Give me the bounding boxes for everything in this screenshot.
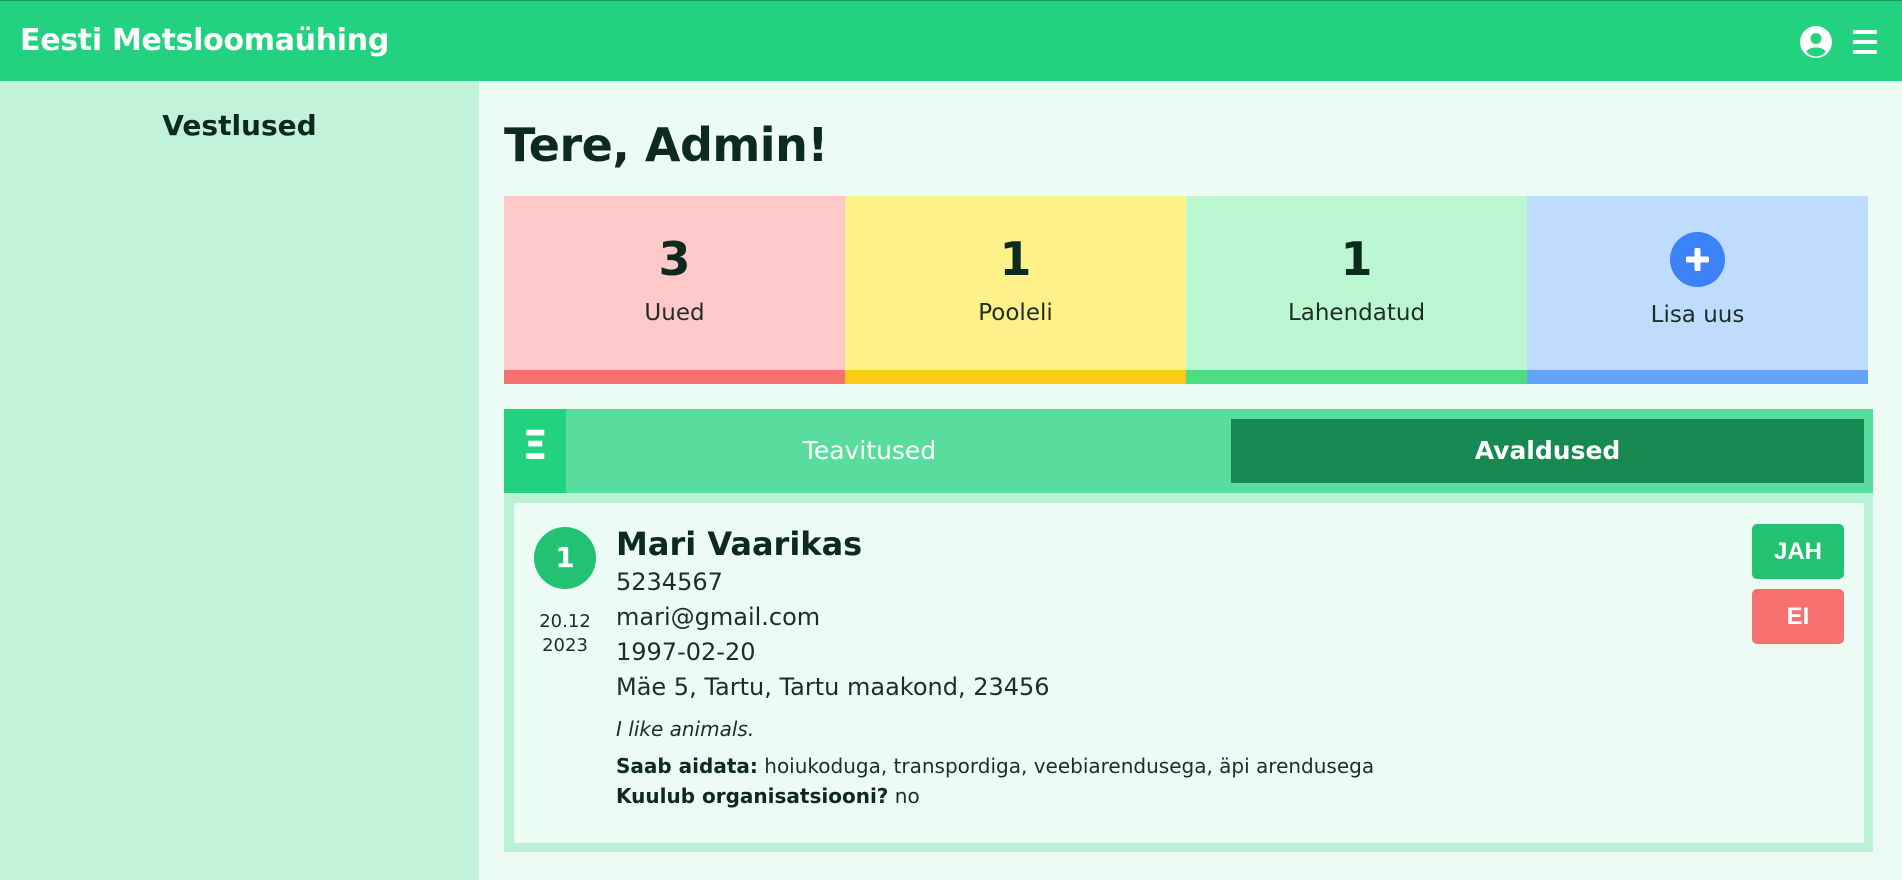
application-number-badge: 1 xyxy=(534,527,596,589)
applicant-help-row: Saab aidata: hoiukoduga, transpordiga, v… xyxy=(616,751,1374,781)
stat-label: Pooleli xyxy=(978,300,1053,326)
tab-bar-handle[interactable]: Ξ xyxy=(504,409,566,493)
application-date-day: 20.12 xyxy=(539,611,591,632)
application-card: 1 20.12 2023 Mari Vaarikas 5234567 mari@… xyxy=(514,503,1864,843)
stat-label: Lahendatud xyxy=(1287,300,1426,326)
plus-icon[interactable] xyxy=(1670,232,1725,287)
stat-card-in-progress[interactable]: 1 Pooleli xyxy=(845,196,1186,384)
tab-applications[interactable]: Avaldused xyxy=(1231,419,1864,483)
sidebar-title: Vestlused xyxy=(162,109,317,142)
stat-count: 1 xyxy=(999,232,1032,286)
reject-button[interactable]: EI xyxy=(1752,589,1844,644)
stat-accent-bar xyxy=(1186,370,1527,384)
applicant-motivation: I like animals. xyxy=(616,717,755,741)
org-value: no xyxy=(888,784,920,808)
hamburger-menu-icon[interactable] xyxy=(1851,29,1879,55)
stat-label: Lisa uus xyxy=(1650,302,1745,328)
tab-notifications[interactable]: Teavitused xyxy=(566,419,1173,483)
applicant-address: Mäe 5, Tartu, Tartu maakond, 23456 xyxy=(616,673,1050,701)
applicant-phone: 5234567 xyxy=(616,568,723,596)
help-label: Saab aidata: xyxy=(616,754,758,778)
applications-panel: 1 20.12 2023 Mari Vaarikas 5234567 mari@… xyxy=(504,493,1873,852)
stat-card-solved[interactable]: 1 Lahendatud xyxy=(1186,196,1527,384)
stat-count: 1 xyxy=(1340,232,1373,286)
applicant-info: Mari Vaarikas 5234567 mari@gmail.com 199… xyxy=(616,523,1374,811)
sidebar: Vestlused xyxy=(0,81,479,880)
stat-card-add-new[interactable]: Lisa uus xyxy=(1527,196,1868,384)
org-label: Kuulub organisatsiooni? xyxy=(616,784,889,808)
stat-accent-bar xyxy=(1527,370,1868,384)
tab-bar: Ξ Teavitused Avaldused xyxy=(504,409,1873,493)
stat-count: 3 xyxy=(658,232,691,286)
applicant-email: mari@gmail.com xyxy=(616,603,821,631)
applicant-name: Mari Vaarikas xyxy=(616,525,863,563)
accept-button[interactable]: JAH xyxy=(1752,524,1844,579)
application-date-year: 2023 xyxy=(542,635,588,656)
stat-label: Uued xyxy=(644,300,705,326)
stat-accent-bar xyxy=(504,370,845,384)
stat-card-new[interactable]: 3 Uued xyxy=(504,196,845,384)
applicant-birthdate: 1997-02-20 xyxy=(616,638,756,666)
stat-accent-bar xyxy=(845,370,1186,384)
applicant-org-row: Kuulub organisatsiooni? no xyxy=(616,781,1374,811)
page-title: Tere, Admin! xyxy=(504,118,828,172)
app-title[interactable]: Eesti Metsloomaühing xyxy=(20,23,389,58)
menu-handle-icon: Ξ xyxy=(522,423,548,469)
help-value: hoiukoduga, transpordiga, veebiarenduseg… xyxy=(757,754,1375,778)
user-circle-icon[interactable] xyxy=(1800,26,1832,58)
top-bar: Eesti Metsloomaühing xyxy=(0,0,1902,81)
